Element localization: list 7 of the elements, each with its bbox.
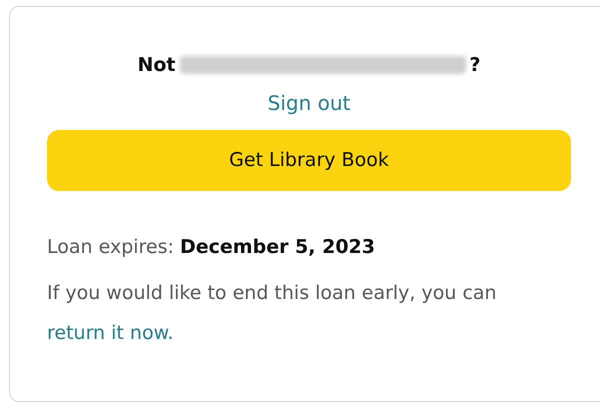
return-link[interactable]: return it now.	[47, 322, 174, 344]
get-library-book-button[interactable]: Get Library Book	[47, 130, 571, 190]
account-prefix: Not	[137, 53, 176, 78]
loan-expiry-text: Loan expires: December 5, 2023	[47, 234, 376, 260]
return-note: If you would like to end this loan early, you can return it now.	[47, 281, 498, 346]
account-suffix: ?	[470, 53, 481, 78]
sign-out-link[interactable]: Sign out	[268, 88, 350, 118]
